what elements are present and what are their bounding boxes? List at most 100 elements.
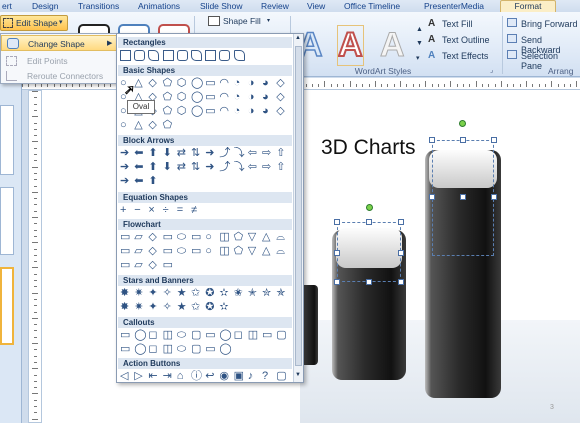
shape-option[interactable]: ◯ bbox=[191, 105, 203, 118]
shape-option[interactable]: ⬭ bbox=[177, 343, 186, 356]
shape-option[interactable]: ▱ bbox=[134, 259, 142, 272]
wordart-style-white[interactable]: A bbox=[380, 26, 406, 65]
text-effects-button[interactable]: Text Effects bbox=[442, 51, 488, 61]
tab-format[interactable]: Format bbox=[500, 0, 556, 12]
shape-option[interactable]: ➔ bbox=[120, 175, 129, 188]
shape-option[interactable]: △ bbox=[134, 119, 142, 132]
shape-option[interactable]: ▭ bbox=[120, 245, 130, 258]
scrollbar-thumb[interactable] bbox=[295, 46, 302, 366]
shape-option[interactable]: ♪ bbox=[248, 370, 254, 383]
shape-option[interactable]: ✩ bbox=[191, 287, 200, 300]
shape-option[interactable]: ⬆ bbox=[148, 147, 157, 160]
more-icon[interactable]: ▾ bbox=[416, 54, 420, 62]
shape-option[interactable]: ⇥ bbox=[163, 370, 172, 383]
shape-option[interactable]: ◫ bbox=[163, 343, 173, 356]
shape-option[interactable]: ▭ bbox=[163, 231, 173, 244]
shape-option[interactable]: ○ bbox=[205, 231, 212, 244]
shape-option[interactable]: ◑ bbox=[248, 105, 255, 118]
shape-option[interactable]: ▽ bbox=[248, 231, 256, 244]
shape-option[interactable]: ⇅ bbox=[191, 161, 200, 174]
shape-option[interactable]: ◇ bbox=[148, 245, 156, 258]
shape-option[interactable]: ▢ bbox=[191, 343, 201, 356]
shape-option[interactable]: ✮ bbox=[262, 287, 271, 300]
shape-option[interactable]: ◫ bbox=[163, 329, 173, 342]
shape-option[interactable] bbox=[162, 50, 174, 61]
resize-handle[interactable] bbox=[334, 219, 340, 225]
shape-option[interactable]: ▭ bbox=[205, 105, 215, 118]
shape-option[interactable]: ◠ bbox=[219, 77, 229, 90]
shape-option[interactable]: ⬭ bbox=[177, 231, 186, 244]
shape-option[interactable]: ▽ bbox=[248, 245, 256, 258]
resize-handle[interactable] bbox=[429, 194, 435, 200]
shape-option[interactable]: ▭ bbox=[191, 245, 201, 258]
shape-option[interactable]: ◕ bbox=[262, 91, 269, 104]
shape-option[interactable]: ⇧ bbox=[276, 161, 285, 174]
shape-option[interactable]: ÷ bbox=[163, 204, 169, 217]
shape-option[interactable]: ⤴ bbox=[219, 147, 230, 160]
shape-option[interactable]: ◇ bbox=[148, 259, 156, 272]
shape-option[interactable]: ◯ bbox=[191, 91, 203, 104]
shape-option[interactable]: = bbox=[177, 204, 183, 217]
shape-option[interactable]: ⬠ bbox=[234, 245, 244, 258]
tab-insert[interactable]: ert bbox=[2, 1, 12, 12]
shape-option[interactable]: ◑ bbox=[248, 91, 255, 104]
shape-option[interactable]: ⬠ bbox=[163, 105, 173, 118]
tab-presentermedia[interactable]: PresenterMedia bbox=[424, 1, 484, 12]
shape-option[interactable]: ◫ bbox=[219, 245, 229, 258]
shape-option[interactable]: ✫ bbox=[219, 301, 228, 314]
shape-option[interactable]: ⬆ bbox=[148, 161, 157, 174]
slide-thumbnail[interactable] bbox=[0, 105, 14, 175]
shape-option[interactable]: ◑ bbox=[248, 77, 255, 90]
resize-handle[interactable] bbox=[334, 279, 340, 285]
shape-option[interactable]: ⇅ bbox=[191, 147, 200, 160]
shape-option[interactable]: ✩ bbox=[191, 301, 200, 314]
resize-handle[interactable] bbox=[460, 194, 466, 200]
shape-option[interactable]: ◔ bbox=[234, 91, 241, 104]
shape-option[interactable]: ? bbox=[262, 370, 268, 383]
text-outline-button[interactable]: Text Outline bbox=[442, 35, 490, 45]
shape-option[interactable]: ✦ bbox=[148, 287, 157, 300]
shape-option[interactable] bbox=[233, 50, 245, 61]
shape-option[interactable]: ◯ bbox=[134, 329, 146, 342]
shape-option[interactable]: ⤵ bbox=[234, 161, 245, 174]
shape-option[interactable]: ✧ bbox=[163, 287, 172, 300]
rotate-handle[interactable] bbox=[459, 120, 466, 127]
tab-design[interactable]: Design bbox=[32, 1, 58, 12]
shape-option[interactable]: ★ bbox=[177, 301, 187, 314]
shape-option[interactable]: ➜ bbox=[205, 147, 214, 160]
shape-option[interactable]: ▭ bbox=[120, 329, 130, 342]
shape-option[interactable]: ✸ bbox=[120, 287, 129, 300]
shape-option[interactable]: ▢ bbox=[191, 329, 201, 342]
shape-option[interactable]: ▱ bbox=[134, 245, 142, 258]
shape-option[interactable]: ➜ bbox=[205, 161, 214, 174]
shape-option[interactable]: ▢ bbox=[276, 329, 286, 342]
shape-option[interactable]: ⬇ bbox=[163, 161, 172, 174]
shape-option[interactable]: ▭ bbox=[205, 343, 215, 356]
shape-option[interactable]: ◇ bbox=[148, 77, 156, 90]
shape-option[interactable]: ⬆ bbox=[148, 175, 157, 188]
shape-option[interactable]: ▢ bbox=[276, 370, 286, 383]
shape-option[interactable]: △ bbox=[134, 77, 142, 90]
shape-option[interactable]: − bbox=[134, 204, 140, 217]
shape-option[interactable]: ○ bbox=[205, 245, 212, 258]
slide-title[interactable]: 3D Charts bbox=[321, 136, 416, 160]
tab-view[interactable]: View bbox=[307, 1, 325, 12]
resize-handle[interactable] bbox=[334, 250, 340, 256]
edit-shape-button[interactable]: Edit Shape ▾ bbox=[0, 15, 68, 31]
shape-option[interactable]: ⬡ bbox=[177, 91, 187, 104]
shape-option[interactable]: ⤵ bbox=[234, 147, 245, 160]
shape-option[interactable]: ⇦ bbox=[248, 147, 257, 160]
rotate-handle[interactable] bbox=[366, 204, 373, 211]
shape-option[interactable]: ⇄ bbox=[177, 147, 186, 160]
resize-handle[interactable] bbox=[366, 219, 372, 225]
tab-animations[interactable]: Animations bbox=[138, 1, 180, 12]
shape-option[interactable]: ▷ bbox=[134, 370, 142, 383]
shape-option[interactable]: ◠ bbox=[219, 105, 229, 118]
shape-option[interactable]: ▭ bbox=[191, 231, 201, 244]
shape-option[interactable]: + bbox=[120, 204, 126, 217]
shape-option[interactable]: ⇨ bbox=[262, 147, 271, 160]
shape-option[interactable]: ✸ bbox=[120, 301, 129, 314]
shape-option[interactable]: ▭ bbox=[120, 259, 130, 272]
shape-option[interactable]: ◫ bbox=[219, 231, 229, 244]
shape-option[interactable]: ⓘ bbox=[191, 370, 202, 383]
